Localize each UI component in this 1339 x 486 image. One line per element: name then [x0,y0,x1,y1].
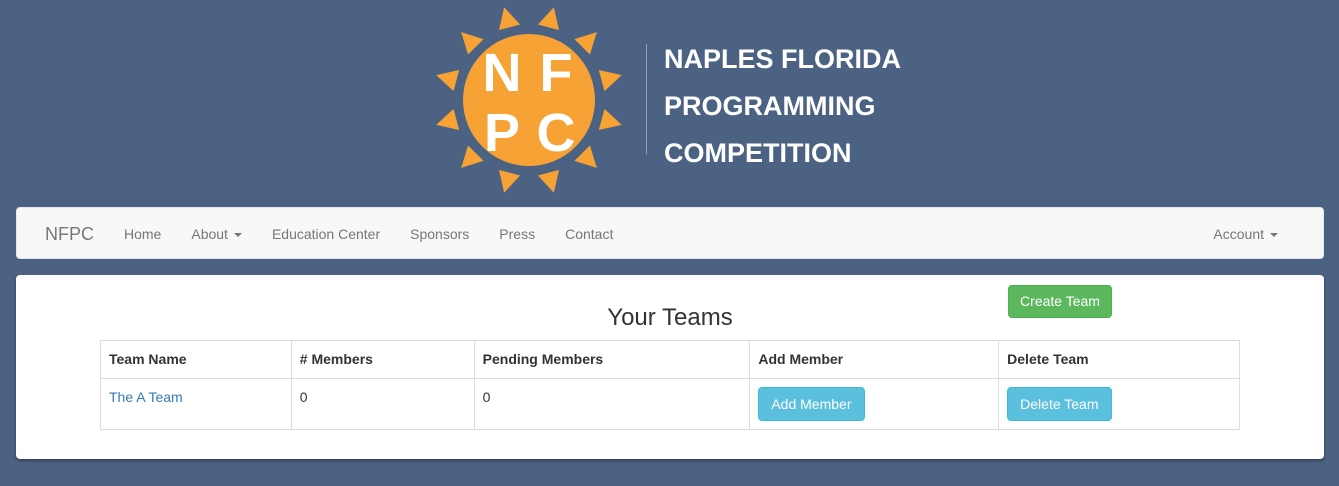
navbar: NFPC Home About Education Center Sponsor… [16,207,1324,259]
nav-right: Account [1198,208,1293,260]
nav-item-about[interactable]: About [176,208,257,260]
sun-ray [598,69,622,92]
sun-ray [498,7,521,31]
delete-team-button[interactable]: Delete Team [1007,387,1112,421]
nav-item-press[interactable]: Press [484,208,550,260]
column-header-delete-team: Delete Team [998,340,1240,379]
logo-divider [646,44,647,154]
nav-item-label: Home [124,226,162,242]
members-count-cell: 0 [290,378,475,430]
sun-ray [498,169,521,193]
table-row: The A Team 0 0 Add Member Delete Team [100,378,1240,430]
nav-item-label: Education Center [271,226,381,242]
teams-panel: Create Team Your Teams Team Name # Membe… [16,275,1324,459]
site-title-line: PROGRAMMING [664,91,876,121]
site-header: N F P C NAPLES FLORIDA PROGRAMMING COMPE… [0,0,1339,200]
logo-letter-n: N [483,43,522,103]
delete-team-cell: Delete Team [998,378,1240,430]
team-name-link[interactable]: The A Team [109,389,183,405]
column-header-members: # Members [290,340,475,379]
page-title: Your Teams [607,304,733,331]
nav-item-account[interactable]: Account [1198,208,1293,260]
site-title-line: NAPLES FLORIDA [664,44,902,74]
sun-ray [537,7,560,31]
sun-ray [436,69,460,92]
pending-members-cell: 0 [473,378,751,430]
team-name-cell: The A Team [100,378,292,430]
sun-ray [598,108,622,131]
column-header-add-member: Add Member [749,340,1000,379]
navbar-brand[interactable]: NFPC [45,208,94,260]
nav-menu: Home About Education Center Sponsors Pre… [109,208,628,260]
nav-item-home[interactable]: Home [109,208,176,260]
logo-letter-f: F [540,43,573,103]
site-title: NAPLES FLORIDA PROGRAMMING COMPETITION [664,36,901,177]
nav-item-label: Sponsors [410,226,470,242]
nav-item-education-center[interactable]: Education Center [257,208,395,260]
nav-item-label: Press [499,226,536,242]
caret-down-icon [1270,233,1278,238]
column-header-pending-members: Pending Members [473,340,751,379]
sun-ray [537,169,560,193]
add-member-button[interactable]: Add Member [758,387,865,421]
nav-item-sponsors[interactable]: Sponsors [395,208,484,260]
add-member-cell: Add Member [749,378,1000,430]
nav-item-label: Account [1213,226,1264,242]
teams-table: Team Name # Members Pending Members Add … [100,340,1240,430]
caret-down-icon [233,233,242,238]
logo-letter-p: P [484,103,520,163]
nav-item-label: Contact [565,226,614,242]
logo-letter-c: C [537,103,576,163]
column-header-team-name: Team Name [100,340,292,379]
nfpc-sun-logo: N F P C [436,7,622,193]
table-header-row: Team Name # Members Pending Members Add … [100,340,1240,379]
sun-ray [436,108,460,131]
nav-item-label: About [191,226,228,242]
nav-item-contact[interactable]: Contact [550,208,628,260]
site-title-line: COMPETITION [664,138,852,168]
